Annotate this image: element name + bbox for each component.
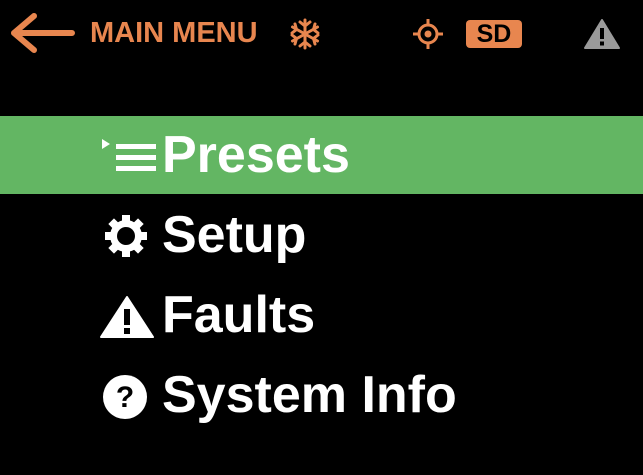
left-arrow-icon: [11, 13, 75, 53]
warning-icon: [584, 19, 620, 49]
menu-item-presets[interactable]: Presets: [0, 116, 643, 194]
svg-text:?: ?: [116, 381, 134, 414]
gear-icon: [105, 215, 147, 257]
menu-item-system-info[interactable]: ? System Info: [0, 356, 643, 434]
presets-list-icon: [102, 139, 156, 171]
header-bar: MAIN MENU SD: [0, 0, 643, 70]
menu-label-system-info: System Info: [162, 366, 457, 424]
main-menu-screen: MAIN MENU SD Presets Setup Faults ? Syst…: [0, 0, 643, 475]
header-title: MAIN MENU: [90, 17, 258, 49]
snowflake-icon: [290, 18, 320, 50]
warning-icon: [100, 296, 154, 338]
menu-item-faults[interactable]: Faults: [0, 276, 643, 354]
back-button[interactable]: [10, 12, 76, 54]
sd-card-badge: SD: [466, 20, 522, 48]
help-icon: ?: [103, 375, 147, 419]
menu-item-setup[interactable]: Setup: [0, 196, 643, 274]
menu-label-faults: Faults: [162, 286, 316, 344]
menu-label-presets: Presets: [162, 126, 350, 184]
menu-label-setup: Setup: [162, 206, 307, 264]
target-icon: [413, 19, 443, 49]
